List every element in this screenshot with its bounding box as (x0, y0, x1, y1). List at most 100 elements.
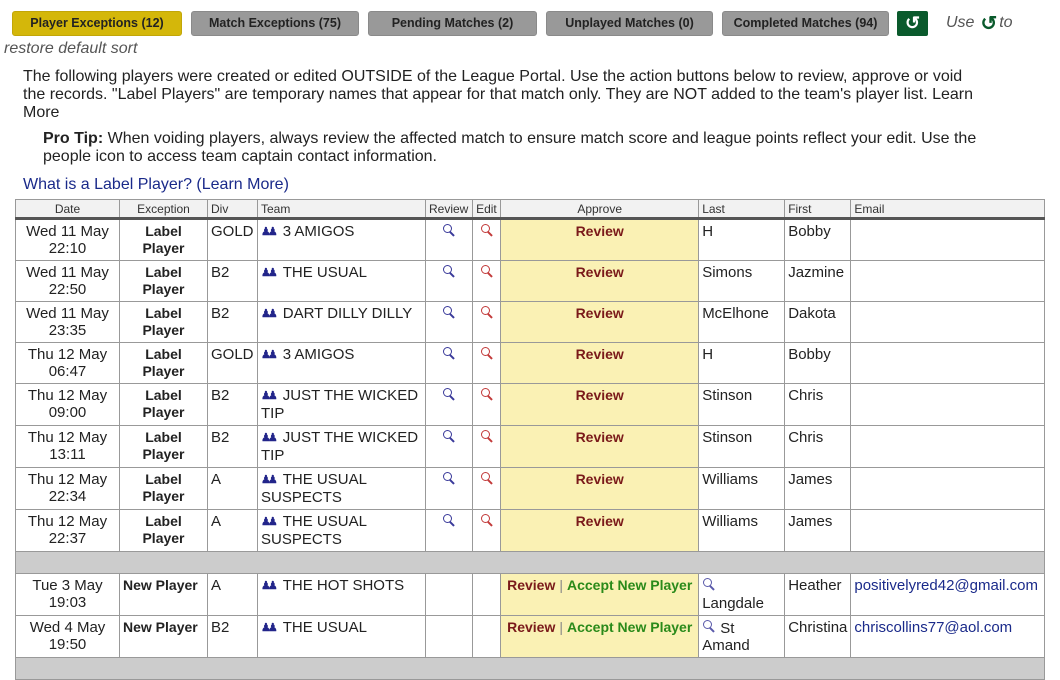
first-name: James (788, 513, 833, 530)
people-icon[interactable]: ♟♟ (261, 265, 278, 282)
tab-player-exceptions[interactable]: Player Exceptions (12) (12, 10, 182, 36)
review-link[interactable]: Review (576, 513, 624, 529)
col-date[interactable]: Date (15, 199, 120, 220)
people-icon[interactable]: ♟♟ (261, 514, 278, 531)
col-team[interactable]: Team (257, 199, 426, 220)
people-icon[interactable]: ♟♟ (261, 430, 278, 447)
email-link[interactable]: chriscollins77@aol.com (854, 619, 1012, 636)
edit-magnifier-icon[interactable] (480, 346, 494, 360)
div-cell: B2 (207, 425, 258, 468)
email-cell: positivelyred42@gmail.com (850, 573, 1045, 616)
tab-match-exceptions[interactable]: Match Exceptions (75) (191, 10, 359, 36)
edit-magnifier-icon[interactable] (480, 387, 494, 401)
last-name: Stinson (702, 387, 753, 404)
first-cell: Dakota (784, 301, 852, 343)
review-link[interactable]: Review (576, 264, 624, 280)
review-magnifier-icon[interactable] (442, 513, 456, 527)
time: 09:00 (48, 404, 87, 421)
division: B2 (211, 264, 230, 281)
last-cell: St Amand (698, 615, 786, 658)
review-magnifier-icon[interactable] (442, 264, 456, 278)
people-icon[interactable]: ♟♟ (261, 306, 278, 323)
review-magnifier-icon[interactable] (442, 471, 456, 485)
tab-unplayed-matches[interactable]: Unplayed Matches (0) (546, 10, 713, 36)
col-edit[interactable]: Edit (472, 199, 502, 220)
div-cell: A (207, 467, 258, 510)
pro-tip: Pro Tip: When voiding players, always re… (43, 130, 1003, 166)
col-exception[interactable]: Exception (119, 199, 208, 220)
review-cell (424, 218, 474, 261)
divider-cell (15, 551, 1045, 574)
division: B2 (211, 387, 230, 404)
col-review[interactable]: Review (424, 199, 474, 220)
divider-cell (15, 657, 1045, 680)
first-cell: Chris (784, 425, 852, 468)
last-cell: Williams (698, 509, 786, 552)
review-magnifier-icon[interactable] (442, 346, 456, 360)
review-link[interactable]: Review (576, 429, 624, 445)
review-magnifier-icon[interactable] (442, 223, 456, 237)
accept-new-player-link[interactable]: Accept New Player (567, 619, 692, 635)
edit-magnifier-icon[interactable] (480, 305, 494, 319)
table-row: Tue 3 May 19:03 New Player A ♟♟ THE HOT SHOTS… (15, 573, 1045, 616)
search-icon[interactable] (702, 619, 716, 633)
review-link[interactable]: Review (507, 577, 555, 593)
div-cell: B2 (207, 383, 258, 426)
review-link[interactable]: Review (576, 223, 624, 239)
col-approve[interactable]: Approve (500, 199, 700, 220)
exception-cell: Label Player (119, 260, 208, 302)
accept-new-player-link[interactable]: Accept New Player (567, 577, 692, 593)
exception-type: Label Player (142, 346, 185, 379)
people-icon[interactable]: ♟♟ (261, 388, 278, 405)
review-link[interactable]: Review (507, 619, 555, 635)
review-magnifier-icon[interactable] (442, 429, 456, 443)
review-magnifier-icon[interactable] (442, 305, 456, 319)
edit-magnifier-icon[interactable] (480, 471, 494, 485)
edit-magnifier-icon[interactable] (480, 223, 494, 237)
exception-type: Label Player (142, 513, 185, 546)
division: A (211, 471, 222, 488)
div-cell: B2 (207, 615, 258, 658)
last-cell: Stinson (698, 425, 786, 468)
people-icon[interactable]: ♟♟ (261, 578, 278, 595)
first-name: Christina (788, 619, 848, 636)
people-icon[interactable]: ♟♟ (261, 620, 278, 637)
people-icon[interactable]: ♟♟ (261, 472, 278, 489)
col-div[interactable]: Div (207, 199, 258, 220)
last-cell: McElhone (698, 301, 786, 343)
first-cell: Bobby (784, 218, 852, 261)
col-last[interactable]: Last (698, 199, 786, 220)
email-cell (850, 301, 1045, 343)
review-magnifier-icon[interactable] (442, 387, 456, 401)
col-email[interactable]: Email (850, 199, 1045, 220)
edit-magnifier-icon[interactable] (480, 264, 494, 278)
reset-sort-button[interactable]: ↺ (897, 10, 928, 36)
people-icon[interactable]: ♟♟ (261, 224, 278, 241)
email-cell (850, 218, 1045, 261)
col-first[interactable]: First (784, 199, 852, 220)
people-icon[interactable]: ♟♟ (261, 347, 278, 364)
search-icon[interactable] (702, 577, 716, 591)
player-exceptions-table: Date Exception Div Team Review Edit Appr… (15, 199, 1045, 680)
time: 22:34 (48, 488, 87, 505)
email-link[interactable]: positivelyred42@gmail.com (854, 577, 1038, 594)
learn-more-link[interactable]: What is a Label Player? (Learn More) (23, 176, 289, 194)
edit-magnifier-icon[interactable] (480, 429, 494, 443)
review-link[interactable]: Review (576, 346, 624, 362)
table-row: Thu 12 May 09:00 Label Player B2 ♟♟ JUST THE … (15, 383, 1045, 426)
tab-pending-matches[interactable]: Pending Matches (2) (368, 10, 537, 36)
tab-completed-matches[interactable]: Completed Matches (94) (722, 10, 889, 36)
email-cell (850, 260, 1045, 302)
table-row: Wed 11 May 22:50 Label Player B2 ♟♟ THE USUAL… (15, 260, 1045, 302)
edit-magnifier-icon[interactable] (480, 513, 494, 527)
division: GOLD (211, 223, 254, 240)
approve-cell: Review (500, 467, 700, 510)
date: Tue 3 May (32, 577, 103, 594)
last-name: H (702, 223, 714, 240)
date: Thu 12 May (27, 346, 108, 363)
review-link[interactable]: Review (576, 471, 624, 487)
review-link[interactable]: Review (576, 305, 624, 321)
date: Wed 11 May (26, 305, 109, 322)
exception-type: Label Player (142, 429, 185, 462)
review-link[interactable]: Review (576, 387, 624, 403)
